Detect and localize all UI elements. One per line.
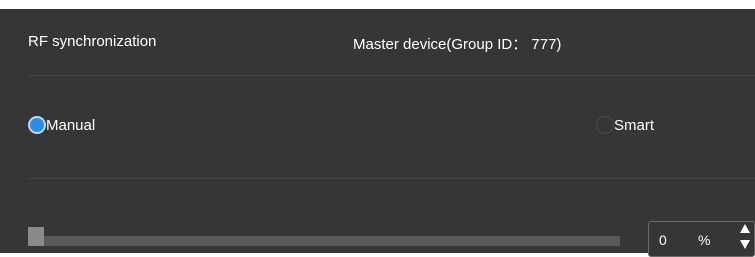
level-value[interactable]: 0 (659, 232, 667, 248)
level-spinbox[interactable]: 0 % (648, 221, 755, 257)
mode-radio-smart-label: Smart (614, 116, 655, 134)
mode-radio-manual[interactable]: Manual (28, 116, 95, 134)
mode-radio-manual-label: Manual (46, 116, 96, 134)
slider-track[interactable] (28, 236, 620, 246)
spin-up-icon[interactable] (739, 222, 751, 234)
divider (28, 178, 755, 179)
mode-radio-smart[interactable]: Smart (596, 116, 654, 134)
section-title: RF synchronization (28, 33, 157, 50)
level-slider[interactable] (28, 227, 620, 246)
radio-checked-icon[interactable] (28, 116, 46, 134)
level-unit: % (698, 232, 711, 248)
radio-unchecked-icon[interactable] (596, 116, 614, 134)
rf-sync-panel: RF synchronization Master device(Group I… (0, 9, 755, 253)
divider (28, 75, 755, 76)
header-row: RF synchronization Master device(Group I… (0, 9, 755, 75)
master-device-info: Master device(Group ID： 777) (353, 36, 562, 53)
slider-thumb[interactable] (28, 227, 44, 246)
spin-down-icon[interactable] (739, 237, 751, 249)
